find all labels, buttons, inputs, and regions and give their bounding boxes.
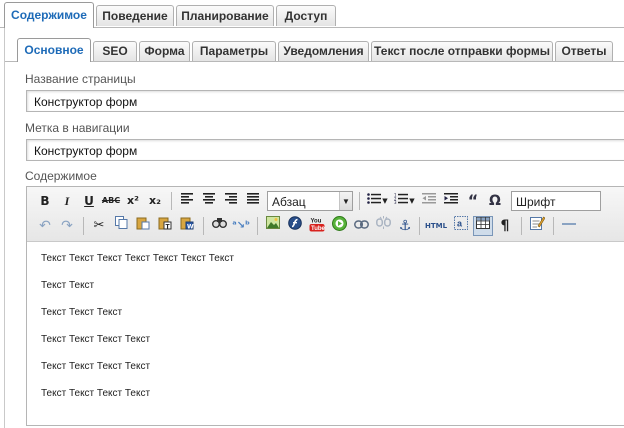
link-icon[interactable]	[351, 216, 371, 236]
content-paragraph: Текст Текст Текст Текст	[41, 361, 151, 372]
tab-content[interactable]: Содержимое	[4, 2, 94, 29]
youtube-icon[interactable]: You Tube	[307, 216, 327, 236]
toolbar-separator	[83, 217, 84, 235]
sub-tab-bar: Основное SEO Форма Параметры Уведомления…	[5, 38, 624, 62]
chevron-down-icon: ▼	[339, 192, 352, 210]
paste-word-icon[interactable]: W	[177, 216, 197, 236]
subtab-after-submit-text[interactable]: Текст после отправки формы	[371, 41, 553, 61]
edit-form-icon[interactable]	[527, 216, 547, 236]
svg-text:W: W	[187, 223, 194, 230]
underline-button[interactable]: U	[79, 191, 99, 211]
toolbar-separator	[521, 217, 522, 235]
nav-label-input[interactable]: Конструктор форм	[26, 139, 624, 161]
superscript-button[interactable]: x²	[123, 191, 143, 211]
rich-text-editor[interactable]: B I U ABC x² x₂ Абзац ▼ ▼ 123 ▼ “ Ω Шриф…	[26, 186, 624, 426]
flash-icon[interactable]	[285, 216, 305, 236]
align-center-icon[interactable]	[199, 191, 219, 211]
tab-behavior[interactable]: Поведение	[96, 5, 174, 26]
numbered-list-dropdown-icon[interactable]: ▼	[408, 191, 416, 211]
content-paragraph: Текст Текст Текст Текст	[41, 388, 151, 399]
top-tab-bar: Содержимое Поведение Планирование Доступ	[0, 0, 624, 29]
redo-icon[interactable]: ↷	[57, 216, 77, 236]
paste-text-icon[interactable]: T	[155, 216, 175, 236]
svg-text:3: 3	[394, 200, 397, 204]
toolbar-separator	[171, 192, 172, 210]
format-select[interactable]: Абзац ▼	[267, 191, 353, 211]
toolbar-separator	[553, 217, 554, 235]
subscript-button[interactable]: x₂	[145, 191, 165, 211]
anchor-icon[interactable]: ⚓	[395, 216, 415, 236]
align-justify-icon[interactable]	[243, 191, 263, 211]
tab-scheduling[interactable]: Планирование	[176, 5, 274, 26]
svg-text:Tube: Tube	[311, 226, 325, 232]
undo-icon[interactable]: ↶	[35, 216, 55, 236]
subtab-form[interactable]: Форма	[139, 41, 190, 61]
blockquote-button[interactable]: “	[463, 191, 483, 211]
find-icon[interactable]	[209, 216, 229, 236]
toolbar-separator	[203, 217, 204, 235]
content-paragraph: Текст Текст Текст	[41, 307, 123, 318]
content-paragraph: Текст Текст	[41, 280, 95, 291]
page-name-label: Название страницы	[25, 72, 136, 86]
unlink-icon[interactable]	[373, 216, 393, 236]
tab-access[interactable]: Доступ	[276, 5, 336, 26]
align-left-icon[interactable]	[177, 191, 197, 211]
indent-icon[interactable]	[441, 191, 461, 211]
content-paragraph: Текст Текст Текст Текст Текст Текст Текс…	[41, 253, 234, 264]
table-icon[interactable]	[473, 216, 493, 236]
font-select-value: Шрифт	[516, 195, 556, 209]
subtab-notifications[interactable]: Уведомления	[278, 41, 369, 61]
bold-button[interactable]: B	[35, 191, 55, 211]
select-all-icon[interactable]: a	[451, 216, 471, 236]
editor-toolbar: B I U ABC x² x₂ Абзац ▼ ▼ 123 ▼ “ Ω Шриф…	[27, 187, 624, 242]
svg-text:You: You	[311, 219, 322, 225]
toolbar-separator	[419, 217, 420, 235]
content-label: Содержимое	[25, 169, 97, 183]
subtab-answers[interactable]: Ответы	[555, 41, 613, 61]
subtab-seo[interactable]: SEO	[93, 41, 137, 61]
cut-icon[interactable]: ✂	[89, 216, 109, 236]
subtab-parameters[interactable]: Параметры	[192, 41, 276, 61]
copy-icon[interactable]	[111, 216, 131, 236]
format-select-value: Абзац	[272, 195, 306, 209]
strikethrough-button[interactable]: ABC	[101, 191, 121, 211]
toolbar-separator	[359, 192, 360, 210]
font-select[interactable]: Шрифт	[511, 191, 601, 211]
paste-icon[interactable]	[133, 216, 153, 236]
content-paragraph: Текст Текст Текст Текст	[41, 334, 151, 345]
replace-icon[interactable]: ᵃ↘ᵇ	[231, 216, 251, 236]
show-blocks-button[interactable]: ¶	[495, 216, 515, 236]
page-name-input[interactable]: Конструктор форм	[26, 90, 624, 112]
outdent-icon[interactable]	[419, 191, 439, 211]
vimeo-icon[interactable]	[329, 216, 349, 236]
horizontal-rule-icon[interactable]	[559, 216, 579, 236]
svg-text:a: a	[457, 219, 463, 229]
image-icon[interactable]	[263, 216, 283, 236]
toolbar-separator	[257, 217, 258, 235]
subtab-main[interactable]: Основное	[17, 38, 91, 62]
html-source-button[interactable]: HTML	[425, 216, 447, 236]
italic-button[interactable]: I	[57, 191, 77, 211]
align-right-icon[interactable]	[221, 191, 241, 211]
special-char-button[interactable]: Ω	[485, 191, 505, 211]
nav-label-label: Метка в навигации	[25, 121, 130, 135]
bullet-list-dropdown-icon[interactable]: ▼	[381, 191, 389, 211]
